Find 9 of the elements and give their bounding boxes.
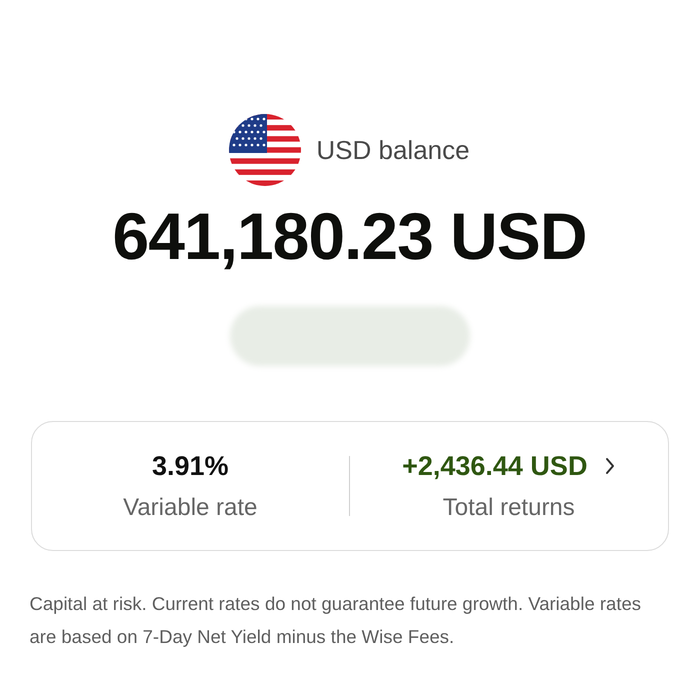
chevron-right-icon[interactable] <box>605 457 616 475</box>
balance-amount: 641,180.23 USD <box>112 198 586 274</box>
stat-value: 3.91% <box>152 450 229 482</box>
stat-value: +2,436.44 USD <box>402 450 588 482</box>
stat-label: Total returns <box>442 494 575 522</box>
flag-icon <box>229 114 302 186</box>
balance-label: USD balance <box>316 134 470 166</box>
stat-label: Variable rate <box>123 494 258 522</box>
disclaimer-text: Capital at risk. Current rates do not guarantee future growth. Variable rates are based on 7-Day Net Yield minus the Wise Fees. <box>30 592 642 649</box>
